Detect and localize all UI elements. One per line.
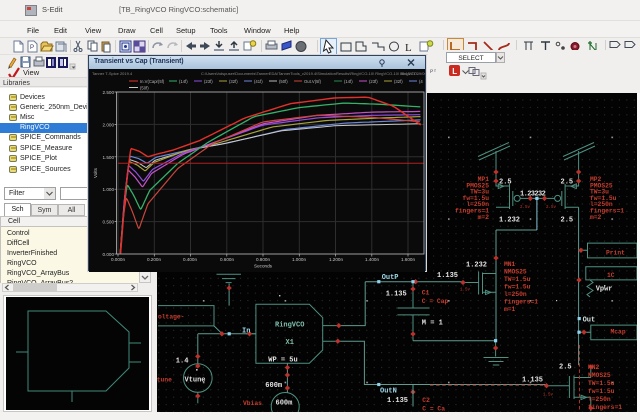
svg-text:0.500: 0.500 xyxy=(103,220,115,225)
svg-text:(32f): (32f) xyxy=(394,79,403,84)
svg-text:MN1: MN1 xyxy=(504,261,516,268)
svg-text:TW=1.5u: TW=1.5u xyxy=(504,276,531,283)
svg-text:OutP: OutP xyxy=(382,274,399,282)
svg-text:600m: 600m xyxy=(276,400,293,408)
svg-text:(23f): (23f) xyxy=(204,79,213,84)
svg-text:P: P xyxy=(30,45,34,51)
svg-text:16:13:27 09/06/19: 16:13:27 09/06/19 xyxy=(400,71,425,76)
svg-text:(32f): (32f) xyxy=(229,79,238,84)
svg-text:Out.V(5f): Out.V(5f) xyxy=(304,79,322,84)
svg-text:1.135: 1.135 xyxy=(387,397,408,405)
svg-text:2.5: 2.5 xyxy=(561,217,574,225)
svg-text:0.600n: 0.600n xyxy=(220,257,234,262)
svg-text:1.400n: 1.400n xyxy=(365,257,379,262)
svg-text:(41f): (41f) xyxy=(254,79,263,84)
svg-text:TW=1.5u: TW=1.5u xyxy=(588,380,615,387)
svg-text:l=250n: l=250n xyxy=(588,396,611,403)
svg-text:P²: P² xyxy=(430,68,437,75)
svg-text:0.200n: 0.200n xyxy=(147,257,161,262)
svg-text:Mcap: Mcap xyxy=(611,329,626,336)
svg-text:1.232: 1.232 xyxy=(466,262,487,270)
svg-text:2.5v: 2.5v xyxy=(520,206,531,210)
svg-text:fingers=1: fingers=1 xyxy=(504,299,538,306)
svg-text:2.5v: 2.5v xyxy=(546,206,557,210)
svg-text:(50f): (50f) xyxy=(279,79,288,84)
svg-text:1.500: 1.500 xyxy=(103,155,115,160)
svg-text:1.000n: 1.000n xyxy=(292,257,306,262)
svg-text:M = 1: M = 1 xyxy=(422,320,443,328)
svg-text:C = Cap: C = Cap xyxy=(422,298,449,305)
svg-text:In: In xyxy=(242,328,250,336)
svg-text:X1: X1 xyxy=(286,339,294,347)
svg-text:In.V(Capr(5f): In.V(Capr(5f) xyxy=(140,79,165,84)
svg-text:Tanner T-Spice 2019.4: Tanner T-Spice 2019.4 xyxy=(92,71,133,76)
svg-text:1.135: 1.135 xyxy=(522,377,543,385)
svg-text:2.000: 2.000 xyxy=(103,122,115,127)
svg-text:L: L xyxy=(452,67,457,76)
svg-text:2.500: 2.500 xyxy=(103,90,115,95)
svg-text:1C: 1C xyxy=(607,272,615,279)
svg-text:(14f): (14f) xyxy=(179,79,188,84)
svg-text:NMOS25: NMOS25 xyxy=(588,372,611,379)
svg-text:Print: Print xyxy=(606,250,625,257)
svg-text:Vtune: Vtune xyxy=(157,377,172,384)
svg-text:Out: Out xyxy=(583,317,596,325)
svg-text:Vtune: Vtune xyxy=(185,377,206,385)
svg-text:2.5: 2.5 xyxy=(561,179,574,187)
svg-text:1.232: 1.232 xyxy=(499,217,520,225)
svg-text:fingers=1: fingers=1 xyxy=(588,404,622,411)
svg-text:RingVCO: RingVCO xyxy=(275,322,304,330)
svg-text:L: L xyxy=(405,42,412,54)
svg-text:2.5: 2.5 xyxy=(559,364,572,372)
svg-text:fw=1.5u: fw=1.5u xyxy=(588,388,615,395)
svg-text:WP = 5u: WP = 5u xyxy=(268,357,297,365)
svg-text:0.400n: 0.400n xyxy=(183,257,197,262)
svg-text:2.5: 2.5 xyxy=(499,179,512,187)
svg-text:1.000: 1.000 xyxy=(103,187,115,192)
svg-text:NMOS25: NMOS25 xyxy=(504,269,527,276)
svg-text:l=250n: l=250n xyxy=(504,291,527,298)
svg-text:Vbias: Vbias xyxy=(243,400,262,407)
svg-text:1.5v: 1.5v xyxy=(543,394,554,398)
svg-text:C2: C2 xyxy=(422,397,430,404)
svg-text:1.200n: 1.200n xyxy=(329,257,343,262)
svg-text:(23f): (23f) xyxy=(369,79,378,84)
svg-text:m=1: m=1 xyxy=(504,306,516,313)
svg-text:Volts: Volts xyxy=(93,167,98,178)
svg-text:(50f): (50f) xyxy=(140,86,149,91)
svg-text:C:\Users\hdspuser\Documents\Ta: C:\Users\hdspuser\Documents\TannerEDA\Ta… xyxy=(201,71,419,76)
svg-text:0.800n: 0.800n xyxy=(256,257,270,262)
svg-text:Seconds: Seconds xyxy=(254,264,273,269)
svg-text:m=2: m=2 xyxy=(590,214,602,221)
svg-text:C1: C1 xyxy=(422,290,430,297)
svg-text:Vpwr: Vpwr xyxy=(596,286,613,294)
svg-text:1.135: 1.135 xyxy=(386,291,407,299)
svg-text:fw=1.5u: fw=1.5u xyxy=(504,284,531,291)
svg-text:1.23232: 1.23232 xyxy=(520,191,546,199)
svg-text:MN2: MN2 xyxy=(588,364,600,371)
svg-text:1.600n: 1.600n xyxy=(401,257,415,262)
svg-text:1.135: 1.135 xyxy=(437,272,458,280)
svg-text:OutN: OutN xyxy=(380,388,397,396)
svg-text:m=2: m=2 xyxy=(478,214,490,221)
svg-text:oltage-: oltage- xyxy=(158,314,184,321)
svg-text:(14f): (14f) xyxy=(344,79,353,84)
svg-text:1.4: 1.4 xyxy=(176,358,189,366)
svg-text:0.000n: 0.000n xyxy=(111,257,125,262)
svg-text:1.5v: 1.5v xyxy=(460,289,471,293)
svg-text:600m: 600m xyxy=(265,382,282,390)
